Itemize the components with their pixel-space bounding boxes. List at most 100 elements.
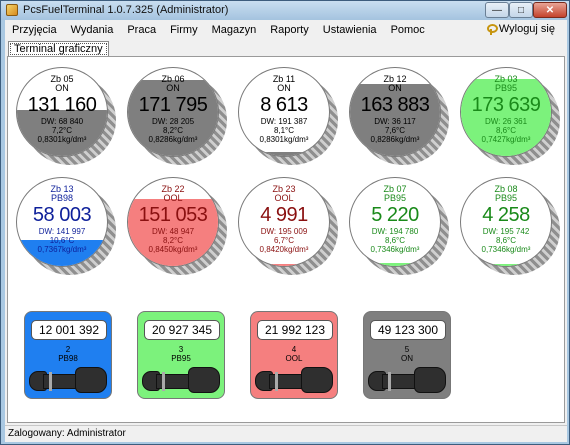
menu-firmy[interactable]: Firmy (163, 24, 205, 36)
tank-gauge[interactable]: Zb 08 PB95 4 258 DW: 195 742 8,6°C 0,7346kg/d… (460, 177, 560, 275)
tank-gauge[interactable]: Zb 06 ON 171 795 DW: 28 205 8,2°C 0,8286kg/dm… (127, 67, 227, 165)
app-icon (6, 4, 18, 16)
nozzle-ring (49, 372, 52, 391)
nozzle-handle (301, 367, 333, 393)
tank-fuel-type: OOL (274, 193, 294, 203)
maximize-button[interactable]: □ (509, 2, 533, 18)
tank-fuel-type: PB98 (50, 193, 74, 203)
nozzle-handle (414, 367, 446, 393)
logout-button[interactable]: Wyloguj się (486, 23, 555, 35)
tank-labels: Zb 03 PB95 173 639 DW: 26 361 8,6°C 0,7427kg/… (461, 68, 551, 156)
tank-free-space: DW: 191 387 (260, 117, 308, 126)
tank-fuel-type: PB95 (494, 193, 518, 203)
tank-volume: 173 639 (471, 94, 541, 116)
close-button[interactable]: ✕ (533, 2, 567, 18)
tank-labels: Zb 06 ON 171 795 DW: 28 205 8,2°C 0,8286kg/dm… (128, 68, 218, 156)
logout-label: Wyloguj się (498, 23, 555, 35)
tank-density: 0,8420kg/dm³ (259, 245, 309, 254)
title-bar[interactable]: PcsFuelTerminal 1.0.7.325 (Administrator… (1, 1, 569, 20)
close-icon: ✕ (545, 4, 555, 16)
tank-gauge[interactable]: Zb 03 PB95 173 639 DW: 26 361 8,6°C 0,7427kg/… (460, 67, 560, 165)
nozzle-icon (255, 367, 335, 395)
terminal-panel: Zb 05 ON 131 160 DW: 68 840 7,2°C 0,8301kg/dm… (7, 56, 565, 423)
tank-gauge[interactable]: Zb 22 OOL 151 053 DW: 48 947 8,2°C 0,8450kg/d… (127, 177, 227, 275)
minimize-button[interactable]: — (485, 2, 509, 18)
tank-gauge[interactable]: Zb 23 OOL 4 991 DW: 195 009 6,7°C 0,8420kg/dm… (238, 177, 338, 275)
tank-circle: Zb 13 PB98 58 003 DW: 141 997 10,6°C 0,7367kg… (16, 177, 108, 267)
tank-free-space: DW: 141 997 (38, 227, 86, 236)
tank-temperature: 8,2°C (162, 126, 184, 135)
tank-circle: Zb 23 OOL 4 991 DW: 195 009 6,7°C 0,8420kg/dm… (238, 177, 330, 267)
tank-density: 0,7427kg/dm³ (481, 135, 531, 144)
app-window: PcsFuelTerminal 1.0.7.325 (Administrator… (0, 0, 570, 445)
main-content: Terminal graficzny Zb 05 ON 131 160 DW: 68 … (5, 40, 567, 425)
tank-fuel-type: ON (388, 83, 402, 93)
tank-free-space: DW: 26 361 (484, 117, 528, 126)
tank-circle: Zb 03 PB95 173 639 DW: 26 361 8,6°C 0,7427kg/… (460, 67, 552, 157)
tank-free-space: DW: 195 009 (260, 227, 308, 236)
tank-volume: 8 613 (260, 94, 308, 116)
tab-terminal-graficzny[interactable]: Terminal graficzny (8, 41, 109, 57)
nozzle-icon (29, 367, 109, 395)
tank-volume: 5 220 (371, 204, 419, 226)
tank-density: 0,8286kg/dm³ (148, 135, 198, 144)
tank-gauge[interactable]: Zb 13 PB98 58 003 DW: 141 997 10,6°C 0,7367kg… (16, 177, 116, 275)
tank-gauge[interactable]: Zb 07 PB95 5 220 DW: 194 780 8,6°C 0,7346kg/d… (349, 177, 449, 275)
menu-wydania[interactable]: Wydania (64, 24, 121, 36)
nozzle-ring (162, 372, 165, 391)
pump-number: 5 (404, 345, 410, 354)
menu-magazyn[interactable]: Magazyn (205, 24, 264, 36)
pump-counter: 12 001 392 (31, 320, 107, 340)
tank-circle: Zb 07 PB95 5 220 DW: 194 780 8,6°C 0,7346kg/d… (349, 177, 441, 267)
tank-temperature: 7,2°C (51, 126, 73, 135)
tank-gauge[interactable]: Zb 05 ON 131 160 DW: 68 840 7,2°C 0,8301kg/dm… (16, 67, 116, 165)
tank-volume: 163 883 (360, 94, 430, 116)
tank-density: 0,8301kg/dm³ (37, 135, 87, 144)
tank-circle: Zb 06 ON 171 795 DW: 28 205 8,2°C 0,8286kg/dm… (127, 67, 219, 157)
pump-counter: 21 992 123 (257, 320, 333, 340)
tank-volume: 171 795 (138, 94, 208, 116)
tank-free-space: DW: 68 840 (40, 117, 84, 126)
tank-density: 0,8286kg/dm³ (370, 135, 420, 144)
tank-free-space: DW: 194 780 (371, 227, 419, 236)
tank-gauge[interactable]: Zb 11 ON 8 613 DW: 191 387 8,1°C 0,8301kg/dm³ (238, 67, 338, 165)
tank-temperature: 10,6°C (49, 236, 75, 245)
tank-labels: Zb 22 OOL 151 053 DW: 48 947 8,2°C 0,8450kg/d… (128, 178, 218, 266)
tank-density: 0,8450kg/dm³ (148, 245, 198, 254)
tank-temperature: 8,1°C (273, 126, 295, 135)
key-icon (486, 23, 498, 35)
status-bar: Zalogowany: Administrator (5, 425, 567, 442)
tank-fuel-type: ON (166, 83, 180, 93)
tank-circle: Zb 22 OOL 151 053 DW: 48 947 8,2°C 0,8450kg/d… (127, 177, 219, 267)
tank-fuel-type: ON (277, 83, 291, 93)
tank-circle: Zb 11 ON 8 613 DW: 191 387 8,1°C 0,8301kg/dm³ (238, 67, 330, 157)
pump-number: 4 (291, 345, 297, 354)
tank-free-space: DW: 195 742 (482, 227, 530, 236)
tank-volume: 4 258 (482, 204, 530, 226)
tank-density: 0,7367kg/dm³ (37, 245, 87, 254)
pump-dispenser[interactable]: 12 001 392 2 PB98 (24, 311, 112, 399)
pump-dispenser[interactable]: 21 992 123 4 OOL (250, 311, 338, 399)
tank-volume: 151 053 (138, 204, 208, 226)
menu-pomoc[interactable]: Pomoc (384, 24, 432, 36)
tank-density: 0,7346kg/dm³ (481, 245, 531, 254)
menu-praca[interactable]: Praca (120, 24, 163, 36)
pump-dispenser[interactable]: 49 123 300 5 ON (363, 311, 451, 399)
pump-dispenser[interactable]: 20 927 345 3 PB95 (137, 311, 225, 399)
status-text: Zalogowany: Administrator (8, 428, 126, 439)
menu-ustawienia[interactable]: Ustawienia (316, 24, 384, 36)
tank-free-space: DW: 48 947 (151, 227, 195, 236)
tank-temperature: 7,6°C (384, 126, 406, 135)
tank-gauge[interactable]: Zb 12 ON 163 883 DW: 36 117 7,6°C 0,8286kg/dm… (349, 67, 449, 165)
pump-fuel-type: PB95 (171, 354, 191, 363)
pump-number: 3 (178, 345, 184, 354)
menu-raporty[interactable]: Raporty (263, 24, 316, 36)
tank-labels: Zb 07 PB95 5 220 DW: 194 780 8,6°C 0,7346kg/d… (350, 178, 440, 266)
menu-przyjecia[interactable]: Przyjęcia (5, 24, 64, 36)
tank-fuel-type: PB95 (494, 83, 518, 93)
pump-number: 2 (65, 345, 71, 354)
window-title: PcsFuelTerminal 1.0.7.325 (Administrator… (23, 4, 229, 16)
tank-fuel-type: ON (55, 83, 69, 93)
nozzle-ring (275, 372, 278, 391)
tank-labels: Zb 08 PB95 4 258 DW: 195 742 8,6°C 0,7346kg/d… (461, 178, 551, 266)
